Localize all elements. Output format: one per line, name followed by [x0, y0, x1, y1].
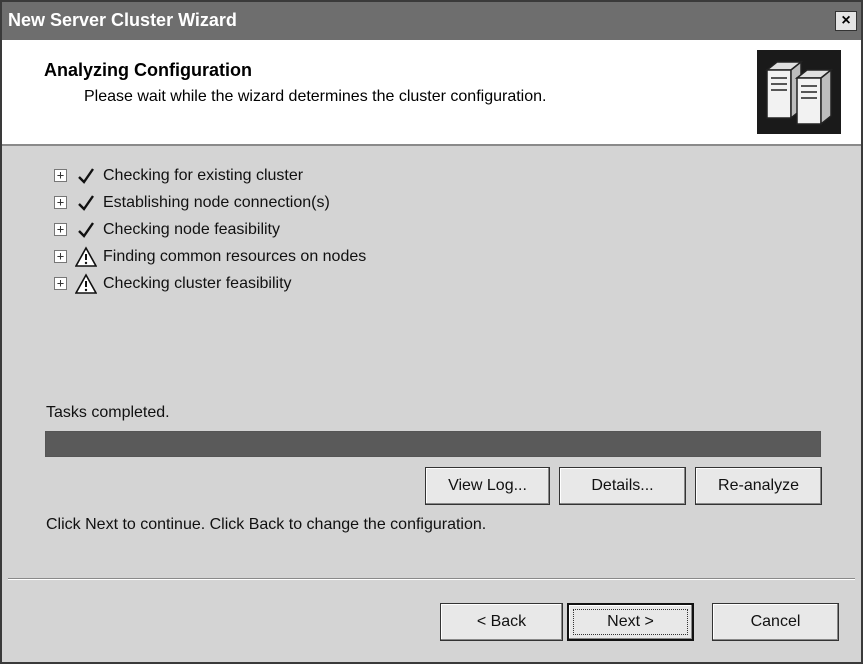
- check-icon: [75, 219, 97, 241]
- task-label: Checking cluster feasibility: [103, 274, 292, 292]
- check-icon: [75, 165, 97, 187]
- expand-icon[interactable]: +: [54, 196, 67, 209]
- expand-icon[interactable]: +: [54, 169, 67, 182]
- task-item: + Finding common resources on nodes: [54, 243, 366, 270]
- expand-icon[interactable]: +: [54, 223, 67, 236]
- page-subtitle: Please wait while the wizard determines …: [84, 88, 547, 105]
- check-icon: [75, 192, 97, 214]
- task-item: + Checking node feasibility: [54, 216, 366, 243]
- expand-icon[interactable]: +: [54, 250, 67, 263]
- window-title: New Server Cluster Wizard: [8, 10, 237, 30]
- close-button[interactable]: ×: [835, 11, 857, 31]
- close-icon: ×: [841, 12, 851, 29]
- task-label: Finding common resources on nodes: [103, 247, 367, 265]
- expand-icon[interactable]: +: [54, 277, 67, 290]
- wizard-header: Analyzing Configuration Please wait whil…: [2, 40, 861, 146]
- next-button[interactable]: Next >: [567, 603, 694, 641]
- warning-icon: [75, 272, 97, 295]
- instructions-text: Click Next to continue. Click Back to ch…: [46, 516, 487, 533]
- focus-rectangle: [573, 609, 688, 635]
- reanalyze-button[interactable]: Re-analyze: [695, 467, 822, 505]
- task-label: Establishing node connection(s): [103, 193, 330, 211]
- details-button[interactable]: Details...: [559, 467, 686, 505]
- task-item: + Establishing node connection(s): [54, 189, 366, 216]
- title-bar: New Server Cluster Wizard ×: [2, 2, 861, 40]
- task-label: Checking for existing cluster: [103, 166, 304, 184]
- progress-bar: [45, 431, 821, 457]
- wizard-window: New Server Cluster Wizard × Analyzing Co…: [0, 0, 863, 664]
- warning-icon: [75, 245, 97, 268]
- back-button[interactable]: < Back: [440, 603, 563, 641]
- task-item: + Checking for existing cluster: [54, 162, 366, 189]
- server-cluster-icon: [757, 50, 841, 134]
- page-title: Analyzing Configuration: [44, 60, 252, 80]
- progress-label: Tasks completed.: [46, 404, 170, 421]
- progress-fill: [46, 432, 820, 456]
- cancel-button[interactable]: Cancel: [712, 603, 839, 641]
- task-list: + Checking for existing cluster + Establ…: [54, 162, 366, 297]
- task-label: Checking node feasibility: [103, 220, 280, 238]
- task-item: + Checking cluster feasibility: [54, 270, 366, 297]
- footer-divider: [8, 578, 855, 580]
- view-log-button[interactable]: View Log...: [425, 467, 550, 505]
